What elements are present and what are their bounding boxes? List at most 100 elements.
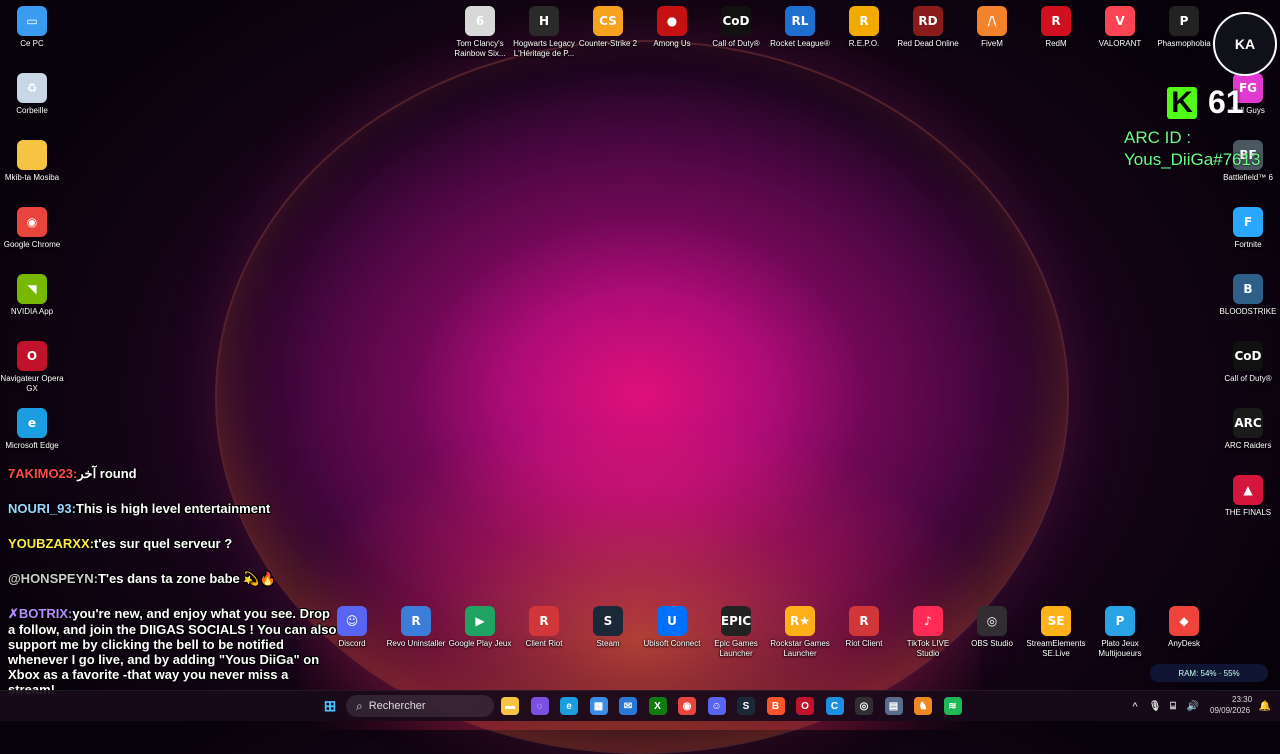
obs-icon[interactable]: ◎ [855,697,873,715]
desktop-shortcut[interactable]: H Hogwarts Legacy L'Héritage de P... [512,2,576,59]
streamelements-icon: SE [1041,606,1071,636]
notification-bell-icon[interactable]: 🔔 [1256,697,1274,715]
desktop-shortcut[interactable]: EPIC Epic Games Launcher [704,602,768,659]
desktop-shortcut[interactable]: R Revo Uninstaller [384,602,448,649]
shortcut-label: FiveM [981,39,1003,48]
shortcut-label: Counter-Strike 2 [578,39,638,48]
desktop-shortcut[interactable]: RL Rocket League® [768,2,832,49]
desktop-shortcut[interactable]: ♪ TikTok LIVE Studio [896,602,960,659]
volume-icon[interactable]: 🔊 [1184,697,1202,715]
desktop-shortcut[interactable]: P Plato Jeux Multijoueurs [1088,602,1152,659]
desktop-shortcut[interactable]: Mkib-ta Mosiba [0,136,64,183]
mail-icon[interactable]: ✉ [619,697,637,715]
shortcut-label: Client Riot [525,639,563,648]
edge-icon: e [17,408,47,438]
fortnite-icon: F [1233,207,1263,237]
opera-gx-icon[interactable]: O [796,697,814,715]
desktop-shortcut[interactable]: R Client Riot [512,602,576,649]
desktop-shortcut[interactable]: F Fortnite [1216,203,1280,250]
shortcut-label: ARC Raiders [1224,441,1272,450]
desktop-shortcut[interactable]: O Navigateur Opera GX [0,337,64,394]
task-manager-icon[interactable]: ▤ [884,697,903,715]
desktop-shortcut[interactable]: SE StreamElements SE.Live [1024,602,1088,659]
repo-icon: R [849,6,879,36]
among-us-icon: ● [657,6,687,36]
opera-gx-icon: O [17,341,47,371]
clock-date[interactable]: 09/09/2026 [1210,706,1250,715]
chat-text: T'es dans ta zone babe 💫🔥 [97,571,276,586]
shortcut-label: BLOODSTRIKE [1219,307,1277,316]
desktop-shortcut[interactable]: ◆ AnyDesk [1152,602,1216,649]
steam-icon: S [593,606,623,636]
desktop-shortcut[interactable]: ♻ Corbeille [0,69,64,116]
search-input[interactable]: ⌕ Rechercher [346,695,494,717]
desktop-shortcut[interactable]: B BLOODSTRIKE [1216,270,1280,317]
desktop-shortcut[interactable]: ● Among Us [640,2,704,49]
store-icon[interactable]: ▦ [589,697,608,715]
desktop-shortcut[interactable]: CS Counter-Strike 2 [576,2,640,49]
plato-icon: P [1105,606,1135,636]
desktop-shortcut[interactable]: P Phasmophobia [1152,2,1216,49]
desktop-shortcut[interactable]: e Microsoft Edge [0,404,64,451]
network-icon[interactable]: ⌸ [1164,697,1182,715]
shortcut-label: Google Play Jeux [448,639,512,648]
clock-time[interactable]: 23:30 [1232,695,1252,704]
desktop-shortcut[interactable]: 6 Tom Clancy's Rainbow Six... [448,2,512,59]
xbox-icon[interactable]: X [648,697,667,715]
copilot-icon[interactable]: ◌ [530,697,549,715]
chat-text: t'es sur quel serveur ? [93,536,233,551]
wallpaper-glow [300,430,980,730]
shortcut-label: Riot Client [845,639,883,648]
desktop-shortcut[interactable]: R Riot Client [832,602,896,649]
file-explorer-icon[interactable]: ▬ [501,697,519,715]
shortcut-label: NVIDIA App [10,307,54,316]
desktop-shortcut[interactable]: R R.E.P.O. [832,2,896,49]
spotify-icon[interactable]: ≋ [943,697,962,715]
desktop-shortcut[interactable]: V VALORANT [1088,2,1152,49]
shortcut-label: Navigateur Opera GX [0,374,64,393]
brave-icon[interactable]: B [766,697,785,715]
desktop-shortcut[interactable]: ◎ OBS Studio [960,602,1024,649]
desktop-shortcut[interactable]: ◥ NVIDIA App [0,270,64,317]
chevron-up-icon[interactable]: ^ [1126,697,1144,715]
search-icon: ⌕ [356,698,363,713]
desktop-shortcut[interactable]: R★ Rockstar Games Launcher [768,602,832,659]
desktop-shortcut[interactable]: ◉ Google Chrome [0,203,64,250]
ccleaner-icon[interactable]: C [825,697,844,715]
edge-icon[interactable]: e [560,697,578,715]
desktop-shortcut[interactable]: /\ FiveM [960,2,1024,49]
game-icon[interactable]: ♞ [914,697,932,715]
shortcut-label: Mkib-ta Mosiba [4,173,60,182]
shortcut-label: VALORANT [1098,39,1142,48]
fivem-icon: /\ [977,6,1007,36]
shortcut-label: Corbeille [16,106,48,115]
shortcut-label: R.E.P.O. [848,39,880,48]
shortcut-label: Call of Duty® [712,39,760,48]
discord-icon[interactable]: ☺ [707,697,726,715]
chrome-icon: ◉ [17,207,47,237]
chat-text: آخر round [77,466,137,481]
chrome-icon[interactable]: ◉ [678,697,696,715]
kick-logo-icon: K [1167,86,1197,119]
desktop-shortcut[interactable]: R RedM [1024,2,1088,49]
desktop-shortcut[interactable]: CoD Call of Duty® [1216,337,1280,384]
chat-message: ✗BOTRIX:you're new, and enjoy what you s… [8,606,338,697]
desktop-shortcut[interactable]: U Ubisoft Connect [640,602,704,649]
desktop-shortcut[interactable]: ARC ARC Raiders [1216,404,1280,451]
desktop-shortcut[interactable]: CoD Call of Duty® [704,2,768,49]
rockstar-icon: R★ [785,606,815,636]
desktop-shortcut[interactable]: ▭ Ce PC [0,2,64,49]
start-button[interactable]: ⊞ [321,697,339,715]
desktop-shortcut[interactable]: RD Red Dead Online [896,2,960,49]
shortcut-label: Steam [596,639,620,648]
desktop-shortcut[interactable]: S Steam [576,602,640,649]
arc-id-label: ARC ID : [1124,128,1192,147]
steam-icon[interactable]: S [737,697,755,715]
desktop-shortcut[interactable]: ▶ Google Play Jeux [448,602,512,649]
folder-icon [17,140,47,170]
ubisoft-icon: U [657,606,687,636]
microphone-icon[interactable]: 🎙 [1146,697,1164,715]
call-of-duty-icon: CoD [721,6,751,36]
desktop-shortcut[interactable]: ▲ THE FINALS [1216,471,1280,518]
bloodstrike-icon: B [1233,274,1263,304]
